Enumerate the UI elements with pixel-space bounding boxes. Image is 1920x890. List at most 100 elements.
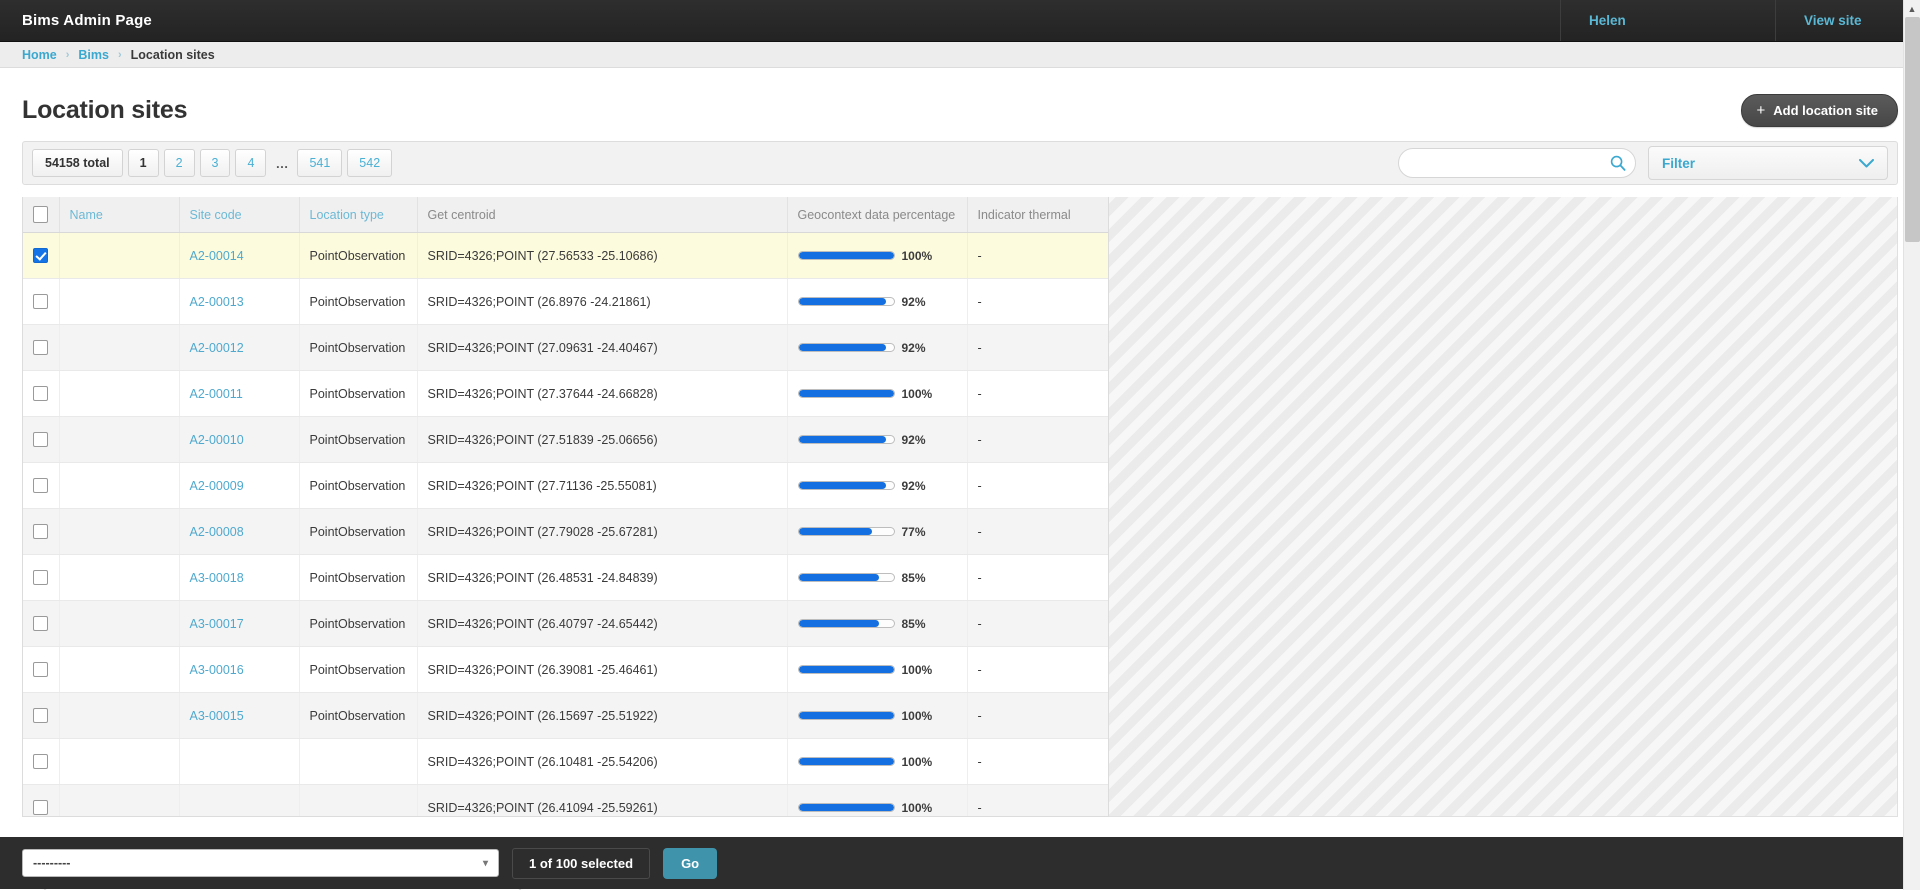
table-body: A2-00014 PointObservation SRID=4326;POINT … [23,232,1108,816]
row-checkbox[interactable] [33,478,48,494]
page-link-542[interactable]: 542 [347,149,393,177]
page-link-4[interactable]: 4 [235,149,267,177]
row-select-cell[interactable] [23,784,60,816]
cell-site-code[interactable]: A3-00017 [179,600,300,647]
cell-name [59,278,180,325]
cell-site-code[interactable]: A2-00012 [179,324,300,371]
table-row[interactable]: A2-00013 PointObservation SRID=4326;POINT … [23,278,1108,325]
progress-wrapper: 100% [797,249,957,263]
row-checkbox[interactable] [33,524,48,540]
row-select-cell[interactable] [23,278,60,325]
row-checkbox[interactable] [33,570,48,586]
scrollbar-thumb[interactable] [1905,17,1920,242]
top-bar: Bims Admin Page Helen View site [0,0,1920,42]
select-all-header[interactable] [23,197,60,233]
view-site-link[interactable]: View site [1775,0,1920,41]
table-row[interactable]: A3-00015 PointObservation SRID=4326;POINT … [23,692,1108,739]
page-link-2[interactable]: 2 [163,149,195,177]
cell-site-code[interactable]: A2-00009 [179,462,300,509]
search-input[interactable] [1398,148,1636,178]
cell-site-code[interactable]: A2-00011 [179,370,300,417]
row-select-cell[interactable] [23,554,60,601]
user-menu-link[interactable]: Helen [1560,0,1775,41]
scroll-up-arrow-icon[interactable]: ▲ [1904,0,1920,17]
action-select[interactable]: --------- ▾ [22,849,499,877]
breadcrumb-home[interactable]: Home [22,48,57,62]
add-location-site-button[interactable]: + Add location site [1740,94,1898,127]
results-grid: Name Site code Location type Get centroi… [22,197,1109,817]
table-row[interactable]: A2-00011 PointObservation SRID=4326;POINT … [23,370,1108,417]
row-checkbox[interactable] [33,340,48,356]
row-select-cell[interactable] [23,692,60,739]
column-header-location-type[interactable]: Location type [299,197,418,233]
cell-site-code[interactable]: A3-00016 [179,646,300,693]
table-row[interactable]: SRID=4326;POINT (26.41094 -25.59261) 100%… [23,784,1108,816]
breadcrumb-current: Location sites [130,47,215,62]
progress-label: 100% [901,662,933,677]
cell-site-code[interactable]: A3-00015 [179,692,300,739]
site-code-link[interactable]: A2-00010 [190,433,244,447]
row-checkbox[interactable] [33,616,48,632]
table-row[interactable]: A3-00017 PointObservation SRID=4326;POINT … [23,600,1108,647]
row-checkbox[interactable] [33,800,48,816]
row-select-cell[interactable] [23,738,60,785]
page-link-3[interactable]: 3 [199,149,231,177]
row-checkbox[interactable] [33,386,48,402]
site-code-link[interactable]: A2-00013 [190,295,244,309]
site-code-link[interactable]: A3-00017 [190,617,244,631]
page-scrollbar[interactable]: ▲ [1903,0,1920,890]
progress-wrapper: 100% [797,754,957,769]
row-select-cell[interactable] [23,508,60,555]
progress-wrapper: 92% [797,295,957,309]
table-row[interactable]: A2-00008 PointObservation SRID=4326;POINT … [23,508,1108,555]
row-checkbox[interactable] [33,754,48,770]
row-checkbox[interactable] [33,432,48,448]
progress-bar [797,619,895,628]
row-select-cell[interactable] [23,232,60,279]
row-select-cell[interactable] [23,646,60,693]
cell-site-code[interactable]: A2-00010 [179,416,300,463]
row-select-cell[interactable] [23,370,60,417]
select-all-checkbox[interactable] [33,206,48,223]
row-checkbox[interactable] [33,708,48,724]
go-button[interactable]: Go [663,847,718,879]
cell-indicator-thermal: - [967,784,1108,816]
progress-wrapper: 85% [797,617,957,631]
column-header-name[interactable]: Name [59,197,180,233]
row-select-cell[interactable] [23,462,60,509]
site-code-link[interactable]: A3-00015 [190,709,244,723]
cell-site-code[interactable]: A2-00008 [179,508,300,555]
cell-site-code[interactable] [179,784,300,816]
cell-site-code[interactable] [179,738,300,785]
site-code-link[interactable]: A2-00008 [190,525,244,539]
cell-site-code[interactable]: A3-00018 [179,554,300,601]
progress-label: 100% [901,754,933,769]
column-header-site-code[interactable]: Site code [179,197,300,233]
site-code-link[interactable]: A2-00012 [190,341,244,355]
row-checkbox[interactable] [33,294,48,310]
row-select-cell[interactable] [23,600,60,647]
table-row[interactable]: A2-00014 PointObservation SRID=4326;POINT … [23,232,1108,279]
page-link-541[interactable]: 541 [297,149,343,177]
table-row[interactable]: A3-00016 PointObservation SRID=4326;POINT … [23,646,1108,693]
table-row[interactable]: A2-00010 PointObservation SRID=4326;POINT … [23,416,1108,463]
row-checkbox[interactable] [33,248,48,264]
table-row[interactable]: A3-00018 PointObservation SRID=4326;POINT … [23,554,1108,601]
site-code-link[interactable]: A3-00016 [190,663,244,677]
progress-bar-fill [798,758,894,765]
site-code-link[interactable]: A3-00018 [190,571,244,585]
row-select-cell[interactable] [23,416,60,463]
breadcrumb-bims[interactable]: Bims [78,48,109,62]
table-row[interactable]: SRID=4326;POINT (26.10481 -25.54206) 100%… [23,738,1108,785]
site-code-link[interactable]: A2-00014 [190,249,244,263]
site-code-link[interactable]: A2-00009 [190,479,244,493]
filter-dropdown[interactable]: Filter [1648,146,1888,180]
site-code-link[interactable]: A2-00011 [190,387,243,401]
table-row[interactable]: A2-00012 PointObservation SRID=4326;POINT … [23,324,1108,371]
cell-site-code[interactable]: A2-00014 [179,232,300,279]
cell-site-code[interactable]: A2-00013 [179,278,300,325]
page-link-1[interactable]: 1 [127,149,159,177]
row-checkbox[interactable] [33,662,48,678]
table-row[interactable]: A2-00009 PointObservation SRID=4326;POINT … [23,462,1108,509]
row-select-cell[interactable] [23,324,60,371]
